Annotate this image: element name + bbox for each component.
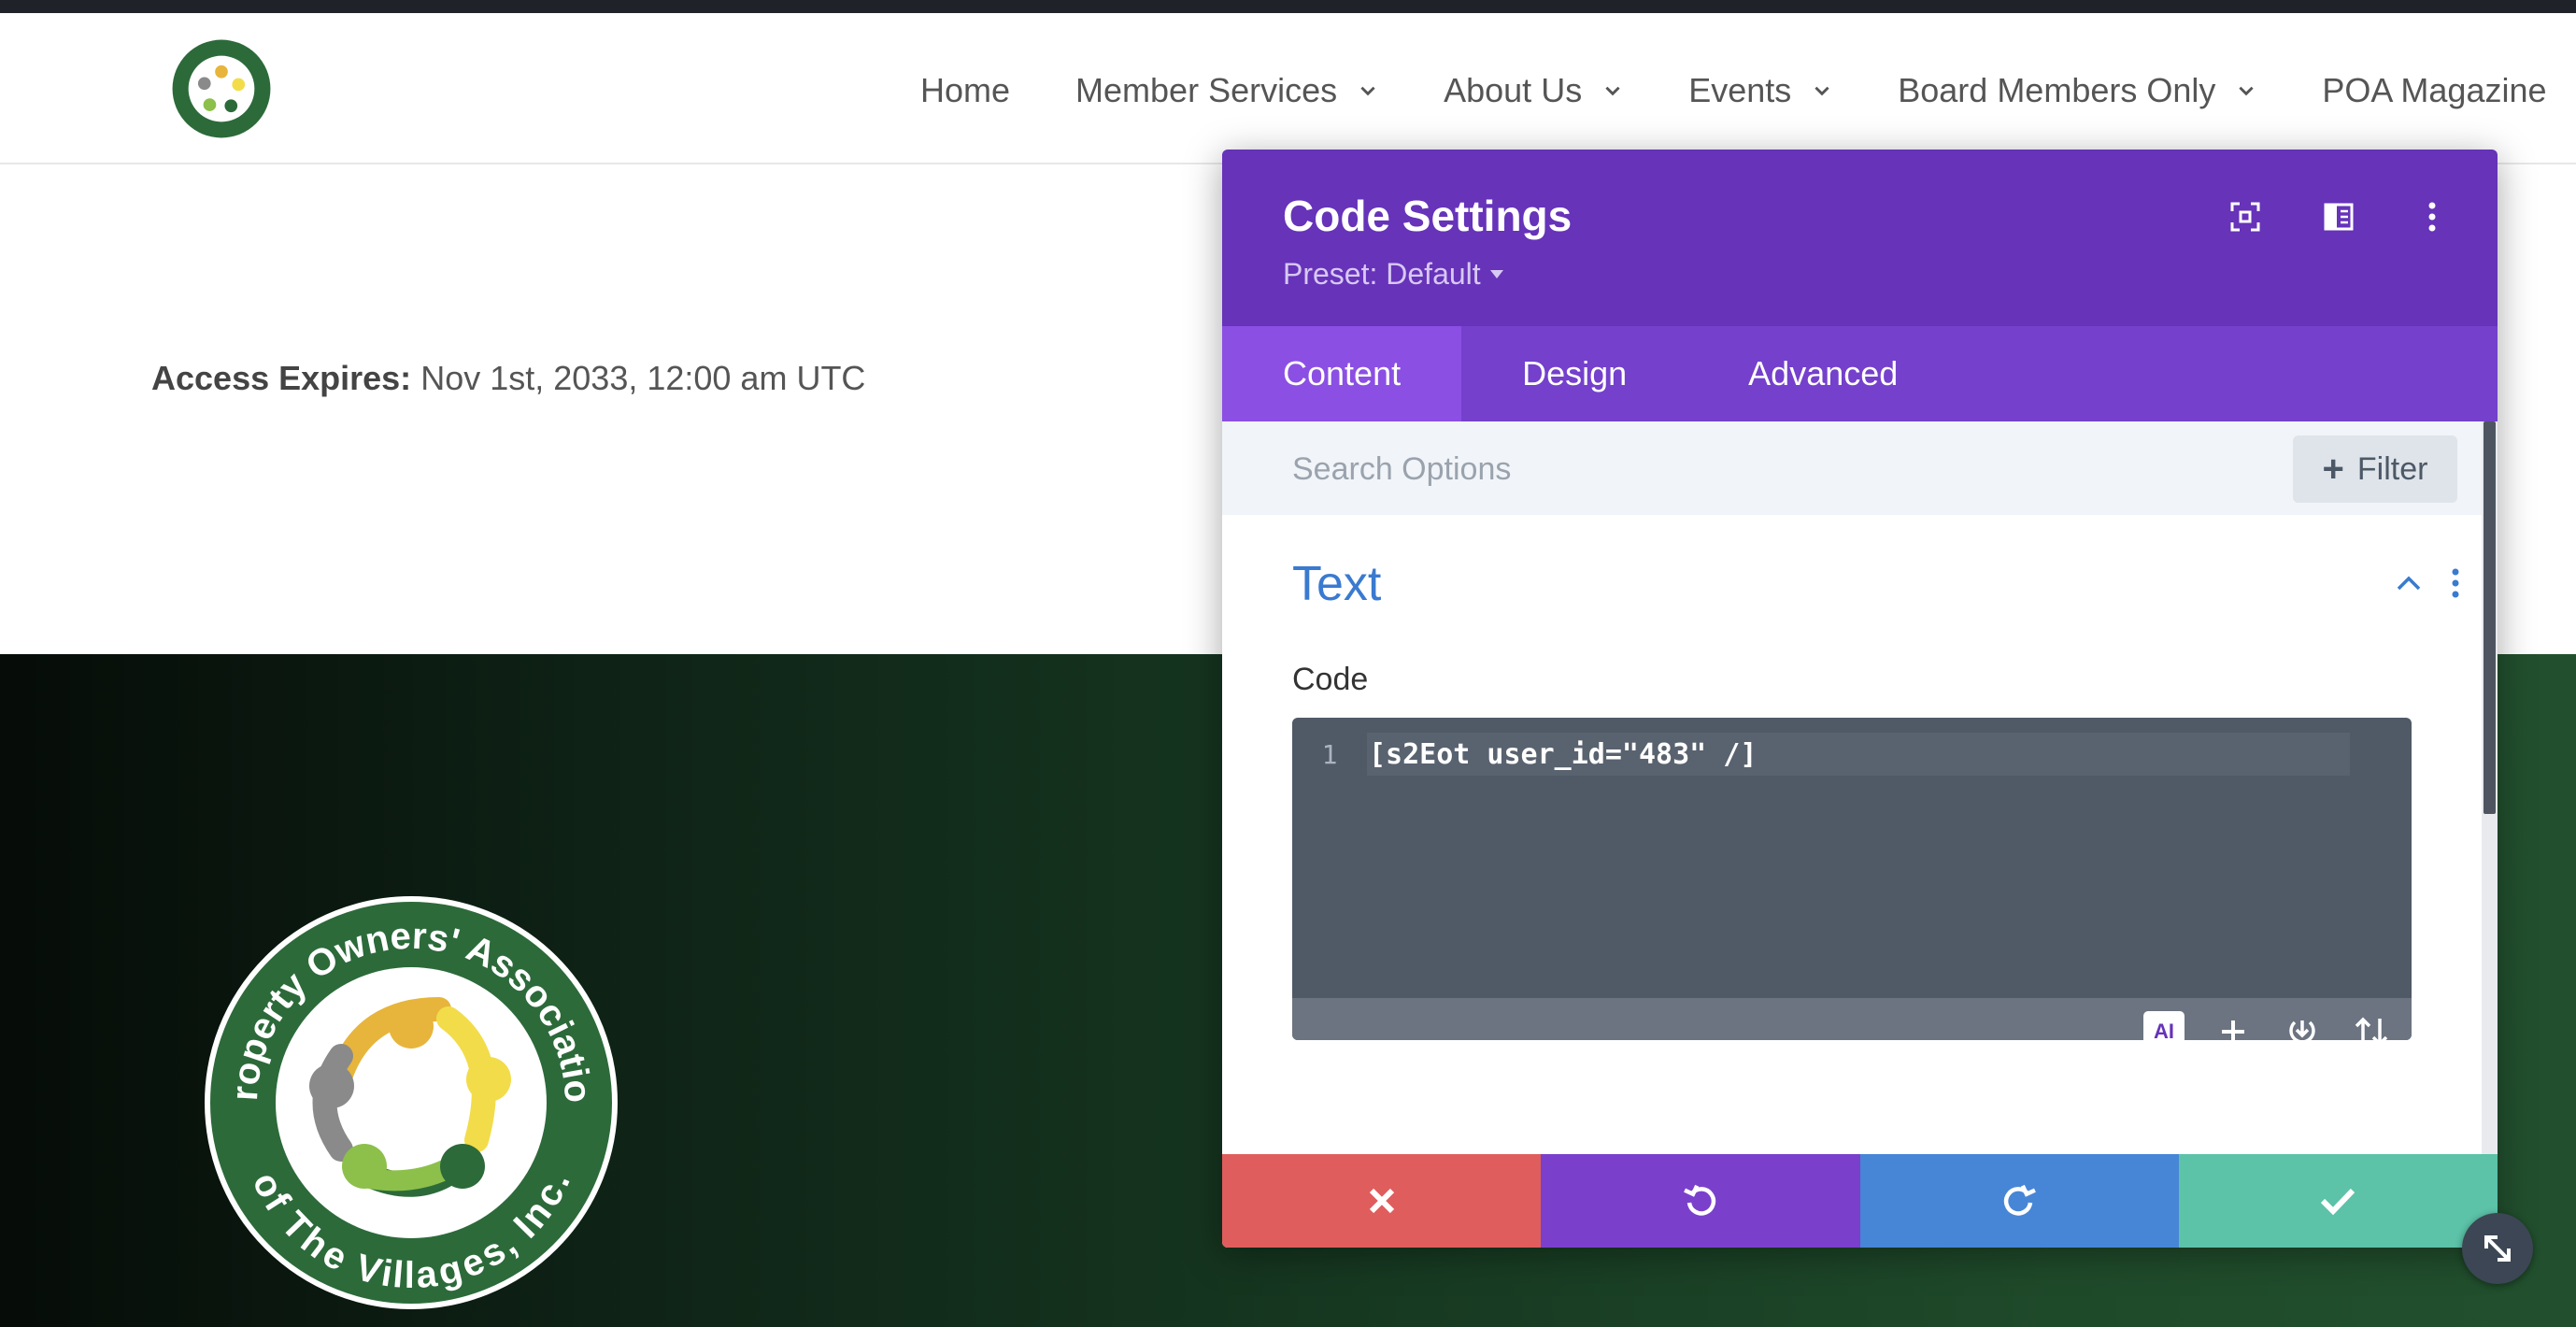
ai-button[interactable]: AI	[2142, 1010, 2185, 1040]
caret-down-icon	[1489, 270, 1503, 278]
main-nav: Home Member Services About Us Events Boa…	[920, 71, 2576, 110]
nav-item-home[interactable]: Home	[920, 71, 1010, 110]
nav-label: Board Members Only	[1898, 71, 2216, 109]
access-value: Nov 1st, 2033, 12:00 am UTC	[420, 359, 866, 397]
filter-button[interactable]: + Filter	[2293, 435, 2457, 503]
chevron-up-icon[interactable]	[2395, 574, 2423, 592]
undo-icon	[1683, 1184, 1715, 1216]
more-vertical-icon[interactable]	[2451, 567, 2460, 599]
code-line[interactable]: 1 [s2Eot user_id="483" /]	[1292, 733, 2350, 776]
nav-label: About Us	[1444, 71, 1583, 109]
chevron-down-icon	[1605, 86, 1620, 96]
nav-item-about-us[interactable]: About Us	[1444, 71, 1623, 110]
footer-logo: Property Owners' Association of The Vill…	[178, 869, 618, 1309]
check-icon	[2321, 1188, 2355, 1216]
ai-label: AI	[2143, 1011, 2185, 1040]
code-label: Code	[1292, 662, 1369, 697]
redo-button[interactable]	[1859, 1154, 2179, 1248]
site-logo[interactable]	[168, 36, 275, 142]
fullscreen-icon[interactable]	[2227, 198, 2264, 235]
close-icon	[1369, 1188, 1394, 1214]
nav-item-member-services[interactable]: Member Services	[1075, 71, 1378, 110]
code-editor[interactable]: 1 [s2Eot user_id="483" /] AI	[1292, 718, 2412, 1040]
resize-handle[interactable]	[2462, 1213, 2533, 1284]
site-header: Home Member Services About Us Events Boa…	[0, 13, 2576, 164]
download-icon[interactable]	[2281, 1010, 2324, 1040]
preset-selector[interactable]: Preset: Default	[1283, 257, 1503, 292]
access-label: Access Expires:	[151, 359, 412, 397]
tab-design[interactable]: Design	[1461, 326, 1687, 421]
panel-header: Code Settings Preset: Default	[1222, 150, 2498, 326]
discard-button[interactable]	[1222, 1154, 1542, 1248]
nav-label: Member Services	[1075, 71, 1338, 109]
tab-label: Content	[1283, 354, 1402, 392]
chevron-down-icon	[2239, 86, 2254, 96]
section-icons	[2367, 567, 2460, 599]
tab-content[interactable]: Content	[1222, 326, 1462, 421]
nav-label: Home	[920, 71, 1011, 109]
nav-item-events[interactable]: Events	[1688, 71, 1832, 110]
save-button[interactable]	[2178, 1154, 2498, 1248]
split-view-icon[interactable]	[2320, 198, 2357, 235]
tab-label: Design	[1522, 354, 1628, 392]
nav-label: POA Magazine	[2322, 71, 2547, 109]
resize-icon	[2484, 1235, 2511, 1262]
preset-label: Preset: Default	[1283, 257, 1481, 291]
panel-actions	[1222, 1154, 2498, 1248]
top-bar	[0, 0, 2576, 13]
panel-tabs: Content Design Advanced	[1222, 326, 2498, 421]
nav-item-board-members-only[interactable]: Board Members Only	[1898, 71, 2256, 110]
scroll-thumb[interactable]	[2483, 421, 2496, 814]
plus-icon[interactable]	[2212, 1010, 2255, 1040]
filter-label: Filter	[2356, 450, 2428, 487]
editor-tools: AI	[2116, 1010, 2393, 1040]
plus-icon: +	[2322, 448, 2344, 490]
tab-label: Advanced	[1748, 354, 1899, 392]
code-settings-panel: Code Settings Preset: Default Content De…	[1222, 150, 2498, 1248]
chevron-down-icon	[1815, 86, 1829, 96]
undo-button[interactable]	[1541, 1154, 1860, 1248]
chevron-down-icon	[1360, 86, 1375, 96]
search-row: + Filter	[1222, 421, 2482, 515]
section-title-text[interactable]: Text	[1292, 556, 1381, 612]
line-code[interactable]: [s2Eot user_id="483" /]	[1367, 733, 2350, 776]
access-expires: Access Expires: Nov 1st, 2033, 12:00 am …	[151, 359, 865, 398]
panel-header-icons	[2170, 198, 2451, 235]
nav-item-poa-magazine[interactable]: POA Magazine	[2322, 71, 2546, 110]
panel-scrollbar[interactable]	[2482, 421, 2498, 1248]
panel-title: Code Settings	[1283, 192, 1573, 240]
search-options-input[interactable]	[1292, 448, 2133, 491]
line-number: 1	[1321, 738, 1338, 770]
more-vertical-icon[interactable]	[2413, 198, 2451, 235]
nav-label: Events	[1688, 71, 1792, 109]
tab-advanced[interactable]: Advanced	[1687, 326, 1958, 421]
sort-icon[interactable]	[2350, 1010, 2393, 1040]
redo-icon	[2004, 1184, 2037, 1216]
